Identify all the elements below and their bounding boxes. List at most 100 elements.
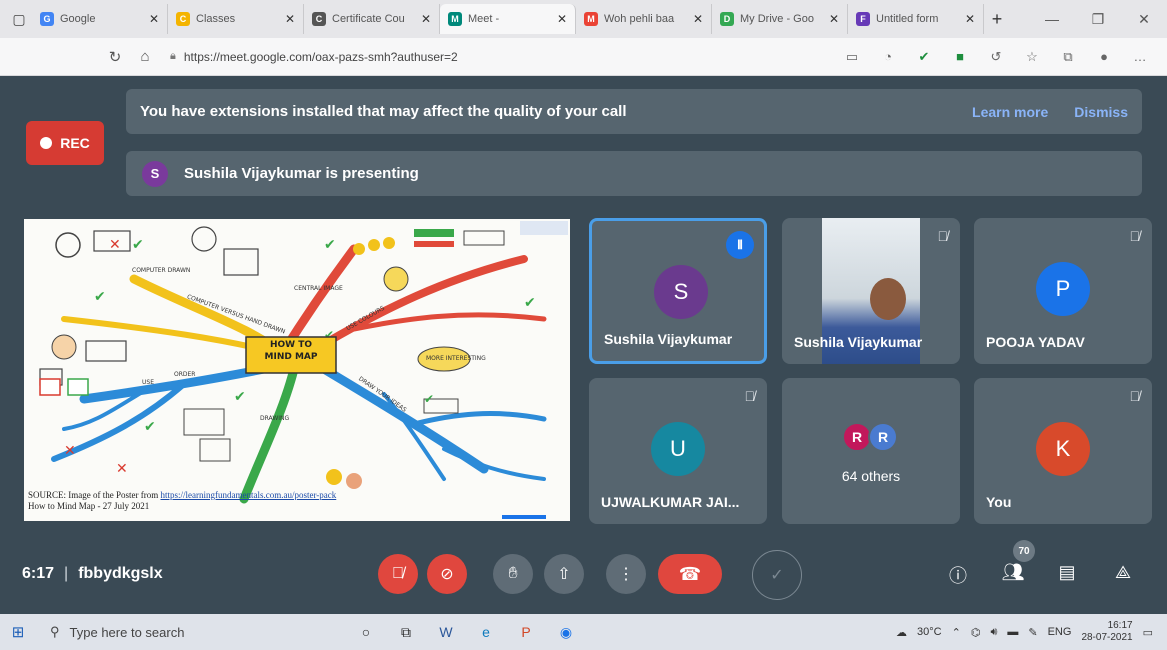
slide-source-note: SOURCE: Image of the Poster from https:/… (28, 490, 336, 512)
tab-close-icon[interactable]: ✕ (149, 12, 159, 26)
browser-tab[interactable]: D My Drive - Goo ✕ (712, 4, 848, 34)
learn-more-link[interactable]: Learn more (972, 104, 1048, 120)
restore-icon[interactable]: ❐ (1075, 11, 1121, 28)
collections-icon[interactable]: ⧉ (1051, 49, 1085, 65)
sheets-extension-icon[interactable]: ■ (943, 49, 977, 65)
url-field[interactable]: 🔒︎ https://meet.google.com/oax-pazs-smh?… (170, 50, 690, 64)
participant-video-person (870, 278, 906, 320)
mic-off-icon: 🎙̸ (392, 565, 404, 582)
tab-close-icon[interactable]: ✕ (965, 12, 975, 26)
mic-off-icon: 🎙̸ (1129, 388, 1141, 404)
recording-badge: REC (26, 121, 104, 165)
activities-icon[interactable]: ⟁ (1110, 562, 1136, 583)
tab-title: My Drive - Goo (740, 13, 814, 25)
browser-tab[interactable]: G Google ✕ (32, 4, 168, 34)
window-menu-icon[interactable]: ▢ (6, 6, 32, 32)
battery-icon[interactable]: ▬ (1007, 626, 1018, 638)
pen-icon[interactable]: ✎ (1028, 626, 1037, 639)
address-bar-row: ↻ ⌂ 🔒︎ https://meet.google.com/oax-pazs-… (0, 38, 1167, 76)
taskbar-search-box[interactable]: ⚲ Type here to search (36, 618, 346, 646)
tab-close-icon[interactable]: ✕ (829, 12, 839, 26)
cortana-icon[interactable]: ○ (346, 624, 386, 640)
participant-tile-pooja[interactable]: 🎙̸ P POOJA YADAV (974, 218, 1152, 364)
tray-expand-icon[interactable]: ⌃ (952, 626, 961, 639)
recording-label: REC (60, 135, 90, 151)
participant-avatar: P (1036, 262, 1090, 316)
people-icon[interactable]: 👥︎ (1000, 562, 1026, 583)
tab-close-icon[interactable]: ✕ (693, 12, 703, 26)
profile-icon[interactable]: ● (1087, 49, 1121, 65)
other-avatar: R (868, 422, 898, 452)
extension-warning-text: You have extensions installed that may a… (140, 103, 627, 120)
notifications-icon[interactable]: ▭ (1143, 626, 1153, 639)
refresh-extension-icon[interactable]: ↺ (979, 49, 1013, 65)
people-count-badge: 70 (1013, 540, 1035, 562)
camera-icon[interactable]: ▭ (835, 49, 869, 65)
browser-tab[interactable]: M Woh pehli baa ✕ (576, 4, 712, 34)
browser-tab[interactable]: F Untitled form ✕ (848, 4, 984, 34)
participant-tile-others[interactable]: R R 64 others (782, 378, 960, 524)
participant-tile-presenter[interactable]: ⦀ S Sushila Vijaykumar (589, 218, 767, 364)
slide-title-line2: MIND MAP (264, 352, 318, 362)
tab-favicon-icon: C (312, 12, 326, 26)
minimize-icon[interactable]: — (1029, 11, 1075, 28)
tab-favicon-icon: C (176, 12, 190, 26)
raise-hand-button[interactable]: ✋︎ (493, 554, 533, 594)
extension-icon[interactable]: ◔ (871, 49, 905, 65)
close-window-icon[interactable]: ✕ (1121, 11, 1167, 28)
meeting-code: fbbydkgslx (78, 565, 163, 582)
camera-off-icon: ⊘ (440, 566, 454, 583)
participant-avatar: K (1036, 422, 1090, 476)
speaking-indicator-icon: ⦀ (726, 231, 754, 259)
reload-icon[interactable]: ↻ (100, 48, 130, 66)
volume-icon[interactable]: 🔊︎ (990, 626, 997, 639)
browser-tab[interactable]: C Certificate Cou ✕ (304, 4, 440, 34)
tab-close-icon[interactable]: ✕ (285, 12, 295, 26)
participant-tile-ujwalkumar[interactable]: 🎙̸ U UJWALKUMAR JAI... (589, 378, 767, 524)
more-options-icon[interactable]: … (1123, 49, 1157, 65)
mic-off-icon: 🎙̸ (1129, 228, 1141, 244)
presenting-text: Sushila Vijaykumar is presenting (184, 165, 419, 182)
mic-toggle-button[interactable]: 🎙̸ (378, 554, 418, 594)
edge-app-icon[interactable]: e (466, 624, 506, 640)
tab-favicon-icon: M (448, 12, 462, 26)
chat-icon[interactable]: ▤ (1054, 562, 1080, 583)
task-view-icon[interactable]: ⧉ (386, 624, 426, 641)
browser-tab[interactable]: C Classes ✕ (168, 4, 304, 34)
chrome-app-icon[interactable]: ◉ (546, 624, 586, 641)
participant-tile-self[interactable]: 🎙̸ K You (974, 378, 1152, 524)
home-icon[interactable]: ⌂ (130, 48, 160, 65)
meeting-info: 6:17 | fbbydkgslx (22, 565, 163, 583)
extension-check-button[interactable]: ✓ (752, 550, 802, 600)
divider: | (64, 565, 69, 582)
participant-avatar: U (651, 422, 705, 476)
meeting-details-icon[interactable]: ⓘ (945, 562, 971, 588)
camera-toggle-button[interactable]: ⊘ (427, 554, 467, 594)
windows-taskbar: ⊞ ⚲ Type here to search ○ ⧉ W e P ◉ ☁ 30… (0, 614, 1167, 650)
tab-close-icon[interactable]: ✕ (557, 12, 567, 26)
tab-close-icon[interactable]: ✕ (421, 12, 431, 26)
more-options-button[interactable]: ⋮ (606, 554, 646, 594)
clock-time: 16:17 (1107, 620, 1133, 631)
present-button[interactable]: ⇧ (544, 554, 584, 594)
windows-start-icon[interactable]: ⊞ (0, 623, 36, 641)
participant-tile-video[interactable]: 🎙̸ Sushila Vijaykumar (782, 218, 960, 364)
checkmark-extension-icon[interactable]: ✔ (907, 49, 941, 65)
leave-call-button[interactable]: ☎ (658, 554, 722, 594)
weather-icon[interactable]: ☁ (896, 626, 907, 639)
svg-text:✔: ✔ (144, 419, 156, 435)
favorites-icon[interactable]: ☆ (1015, 49, 1049, 65)
dismiss-button[interactable]: Dismiss (1074, 104, 1128, 120)
url-text: https://meet.google.com/oax-pazs-smh?aut… (183, 49, 458, 64)
network-icon[interactable]: ⌬ (971, 626, 981, 639)
new-tab-button[interactable]: + (984, 9, 1010, 30)
word-app-icon[interactable]: W (426, 624, 466, 640)
powerpoint-app-icon[interactable]: P (506, 624, 546, 640)
slide-label-use: USE (142, 379, 154, 386)
meeting-control-bar: 6:17 | fbbydkgslx 🎙̸ ⊘ ✋︎ ⇧ ⋮ ☎ ✓ ⓘ 👥︎ 7… (0, 540, 1167, 610)
browser-tab[interactable]: M Meet - ✕ (440, 4, 576, 34)
shared-screen-slide: ✕ ✔ ✔ ✔ ✔ ✔ ✔ ✕ ✕ ✔ ✔ HOW TO MIND MAP CE… (24, 219, 570, 521)
language-indicator[interactable]: ENG (1048, 626, 1072, 638)
taskbar-clock[interactable]: 16:17 28-07-2021 (1081, 620, 1132, 644)
source-link[interactable]: https://learningfundamentals.com.au/post… (160, 490, 336, 500)
